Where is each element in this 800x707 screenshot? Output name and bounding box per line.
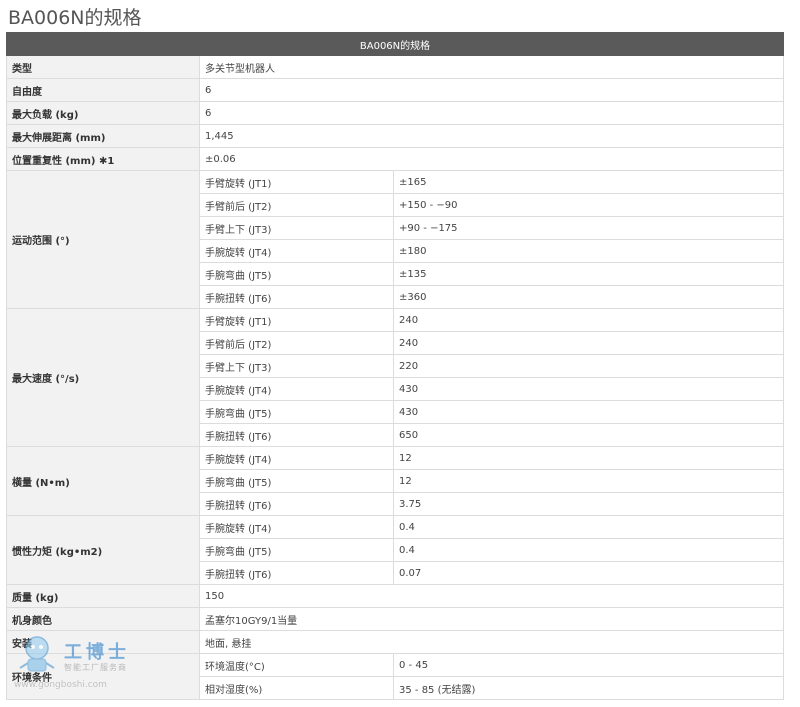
axis-value: +150 - −90 bbox=[392, 193, 785, 217]
param-label: 质量 (kg) bbox=[6, 584, 200, 608]
axis-label: 手腕旋转 (JT4) bbox=[199, 239, 394, 263]
axis-label: 手腕旋转 (JT4) bbox=[199, 446, 394, 470]
param-value: ±0.06 bbox=[198, 147, 785, 171]
param-label: 最大负载 (kg) bbox=[6, 101, 200, 125]
table-row: 最大速度 (°/s) 手臂旋转 (JT1) 240 bbox=[6, 308, 785, 447]
param-value: 地面, 悬挂 bbox=[198, 630, 785, 654]
axis-value: 240 bbox=[392, 308, 785, 332]
axis-value: +90 - −175 bbox=[392, 216, 785, 240]
axis-value: ±135 bbox=[392, 262, 785, 286]
table-header: BA006N的规格 bbox=[5, 32, 785, 56]
param-label: 运动范围 (°) bbox=[6, 170, 200, 309]
axis-value: ±180 bbox=[392, 239, 785, 263]
axis-label: 手腕旋转 (JT4) bbox=[199, 515, 394, 539]
axis-value: 0.4 bbox=[392, 515, 785, 539]
axis-label: 手臂旋转 (JT1) bbox=[199, 170, 394, 194]
table-row: 机身颜色 孟塞尔10GY9/1当量 bbox=[6, 607, 785, 631]
axis-label: 手腕扭转 (JT6) bbox=[199, 423, 394, 447]
param-label: 安装 bbox=[6, 630, 200, 654]
param-value: 150 bbox=[198, 584, 785, 608]
spec-table: BA006N的规格 类型 多关节型机器人 自由度 6 最大负载 (kg) 6 最大伸展距离 … bbox=[5, 32, 785, 700]
axis-label: 手腕旋转 (JT4) bbox=[199, 377, 394, 401]
table-row: 质量 (kg) 150 bbox=[6, 584, 785, 608]
param-label: 位置重复性 (mm) ✱1 bbox=[6, 147, 200, 171]
axis-value: 35 - 85 (无结露) bbox=[392, 676, 785, 700]
param-value: 1,445 bbox=[198, 124, 785, 148]
axis-value: 12 bbox=[392, 469, 785, 493]
axis-value: 650 bbox=[392, 423, 785, 447]
param-value: 6 bbox=[198, 101, 785, 125]
axis-label: 手腕扭转 (JT6) bbox=[199, 285, 394, 309]
param-label: 惯性力矩 (kg•m2) bbox=[6, 515, 200, 585]
axis-label: 相对湿度(%) bbox=[199, 676, 394, 700]
param-label: 类型 bbox=[6, 55, 200, 79]
axis-label: 手臂旋转 (JT1) bbox=[199, 308, 394, 332]
axis-value: 12 bbox=[392, 446, 785, 470]
axis-value: 0.4 bbox=[392, 538, 785, 562]
axis-label: 手腕扭转 (JT6) bbox=[199, 561, 394, 585]
param-label: 机身颜色 bbox=[6, 607, 200, 631]
axis-label: 手臂前后 (JT2) bbox=[199, 331, 394, 355]
table-row: 环境条件 环境温度(°C) 0 - 45 bbox=[6, 653, 785, 700]
param-label: 环境条件 bbox=[6, 653, 200, 700]
param-label: 自由度 bbox=[6, 78, 200, 102]
param-label: 最大伸展距离 (mm) bbox=[6, 124, 200, 148]
axis-value: 3.75 bbox=[392, 492, 785, 516]
axis-label: 手腕弯曲 (JT5) bbox=[199, 538, 394, 562]
table-row: 最大伸展距离 (mm) 1,445 bbox=[6, 124, 785, 148]
table-row: 横量 (N•m) 手腕旋转 (JT4) 12 bbox=[6, 446, 785, 516]
param-label: 最大速度 (°/s) bbox=[6, 308, 200, 447]
param-value: 多关节型机器人 bbox=[198, 55, 785, 79]
axis-label: 手臂上下 (JT3) bbox=[199, 216, 394, 240]
param-label: 横量 (N•m) bbox=[6, 446, 200, 516]
axis-label: 手腕扭转 (JT6) bbox=[199, 492, 394, 516]
axis-value: 240 bbox=[392, 331, 785, 355]
table-row: 位置重复性 (mm) ✱1 ±0.06 bbox=[6, 147, 785, 171]
table-row: 安装 地面, 悬挂 bbox=[6, 630, 785, 654]
param-value: 6 bbox=[198, 78, 785, 102]
table-row: 自由度 6 bbox=[6, 78, 785, 102]
axis-label: 手腕弯曲 (JT5) bbox=[199, 400, 394, 424]
axis-label: 手腕弯曲 (JT5) bbox=[199, 469, 394, 493]
axis-value: 430 bbox=[392, 400, 785, 424]
axis-value: 430 bbox=[392, 377, 785, 401]
table-row: 最大负载 (kg) 6 bbox=[6, 101, 785, 125]
table-row: 运动范围 (°) 手臂旋转 (JT1) ±165 bbox=[6, 170, 785, 309]
axis-label: 手臂前后 (JT2) bbox=[199, 193, 394, 217]
param-value: 孟塞尔10GY9/1当量 bbox=[198, 607, 785, 631]
table-header-row: BA006N的规格 bbox=[5, 32, 785, 56]
axis-value: ±165 bbox=[392, 170, 785, 194]
axis-value: 0 - 45 bbox=[392, 653, 785, 677]
axis-label: 手臂上下 (JT3) bbox=[199, 354, 394, 378]
axis-value: 220 bbox=[392, 354, 785, 378]
axis-value: ±360 bbox=[392, 285, 785, 309]
spec-body: 类型 多关节型机器人 自由度 6 最大负载 (kg) 6 最大伸展距离 (mm) 1,445 位… bbox=[6, 55, 785, 700]
axis-value: 0.07 bbox=[392, 561, 785, 585]
axis-label: 手腕弯曲 (JT5) bbox=[199, 262, 394, 286]
page-title: BA006N的规格 bbox=[8, 7, 142, 29]
table-row: 类型 多关节型机器人 bbox=[6, 55, 785, 79]
table-row: 惯性力矩 (kg•m2) 手腕旋转 (JT4) 0.4 bbox=[6, 515, 785, 585]
axis-label: 环境温度(°C) bbox=[199, 653, 394, 677]
